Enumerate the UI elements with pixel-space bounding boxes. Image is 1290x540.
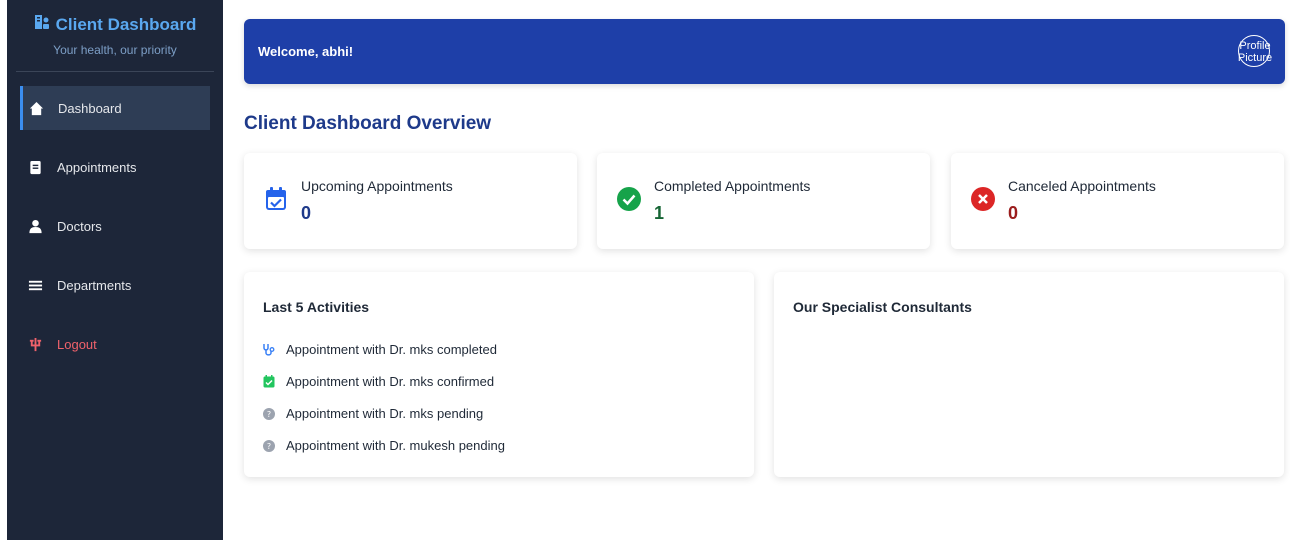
stethoscope-icon	[262, 343, 276, 357]
list-item: ? Appointment with Dr. mks pending	[262, 403, 505, 424]
activity-list: Appointment with Dr. mks completed Appoi…	[262, 339, 505, 467]
stat-label: Upcoming Appointments	[301, 178, 453, 194]
sidebar-item-label: Departments	[57, 277, 132, 293]
logout-icon	[28, 337, 43, 352]
sidebar-divider	[16, 71, 214, 72]
check-circle-icon	[616, 186, 642, 212]
stat-label: Completed Appointments	[654, 178, 811, 194]
stat-value: 1	[654, 203, 665, 223]
sidebar-item-doctors[interactable]: Doctors	[20, 204, 210, 248]
activities-panel: Last 5 Activities Appointment with Dr. m…	[244, 272, 754, 477]
welcome-banner: Welcome, abhi! Profile Picture	[244, 19, 1285, 84]
sidebar-nav: Dashboard Appointments Doctors Departmen…	[7, 86, 223, 366]
stat-card-canceled: Canceled Appointments 0	[951, 153, 1284, 249]
stat-value: 0	[301, 203, 312, 223]
activity-text: Appointment with Dr. mks confirmed	[286, 374, 495, 389]
activity-text: Appointment with Dr. mks completed	[286, 342, 497, 357]
list-item: Appointment with Dr. mks completed	[262, 339, 505, 360]
file-icon	[28, 160, 43, 175]
stat-label: Canceled Appointments	[1008, 178, 1156, 194]
stat-value: 0	[1008, 203, 1019, 223]
activity-text: Appointment with Dr. mukesh pending	[286, 438, 505, 453]
welcome-text: Welcome, abhi!	[258, 44, 354, 59]
stat-card-completed: Completed Appointments 1	[597, 153, 930, 249]
bars-icon	[28, 278, 43, 293]
page-title: Client Dashboard Overview	[244, 113, 492, 134]
home-icon	[29, 101, 44, 116]
calendar-check-icon	[263, 186, 289, 212]
list-item: Appointment with Dr. mks confirmed	[262, 371, 505, 392]
sidebar: Client Dashboard Your health, our priori…	[7, 0, 223, 540]
hospital-user-icon	[34, 14, 50, 35]
sidebar-item-dashboard[interactable]: Dashboard	[20, 86, 210, 130]
sidebar-item-label: Appointments	[57, 159, 137, 175]
svg-text:?: ?	[267, 442, 271, 451]
brand-title-row: Client Dashboard	[7, 14, 223, 35]
x-circle-icon	[970, 186, 996, 212]
user-doctor-icon	[28, 219, 43, 234]
question-circle-icon: ?	[262, 439, 276, 453]
calendar-check-icon	[262, 375, 276, 389]
brand-title: Client Dashboard	[55, 14, 197, 34]
activity-text: Appointment with Dr. mks pending	[286, 406, 484, 421]
sidebar-item-label: Dashboard	[58, 100, 122, 116]
specialists-title: Our Specialist Consultants	[793, 299, 972, 315]
brand: Client Dashboard Your health, our priori…	[7, 0, 223, 57]
sidebar-item-label: Logout	[57, 336, 97, 352]
sidebar-item-logout[interactable]: Logout	[20, 322, 210, 366]
stat-card-upcoming: Upcoming Appointments 0	[244, 153, 577, 249]
brand-subtitle: Your health, our priority	[53, 43, 177, 57]
sidebar-item-label: Doctors	[57, 218, 102, 234]
sidebar-item-departments[interactable]: Departments	[20, 263, 210, 307]
activities-title: Last 5 Activities	[263, 299, 370, 315]
list-item: ? Appointment with Dr. mukesh pending	[262, 435, 505, 456]
profile-picture-alt: Profile Picture	[1237, 39, 1273, 64]
sidebar-item-appointments[interactable]: Appointments	[20, 145, 210, 189]
specialists-panel: Our Specialist Consultants	[774, 272, 1284, 477]
question-circle-icon: ?	[262, 407, 276, 421]
svg-text:?: ?	[267, 410, 271, 419]
profile-picture[interactable]: Profile Picture	[1238, 35, 1272, 67]
